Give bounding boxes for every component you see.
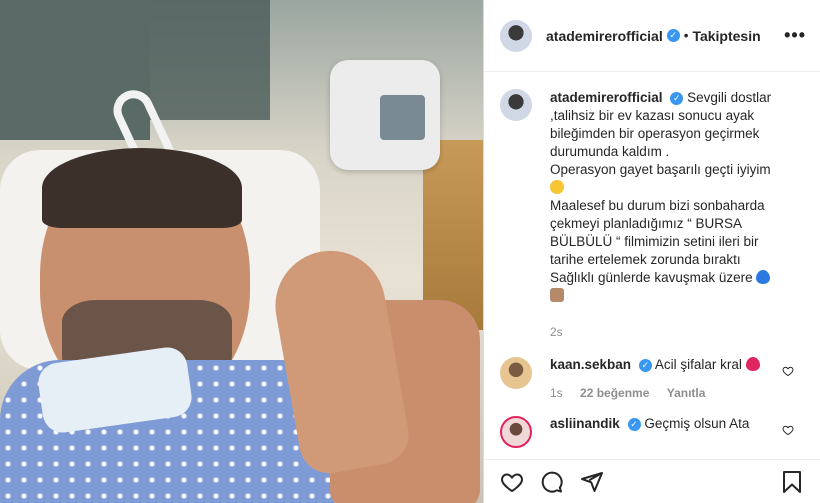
comment-item: kaan.sekban ✓ Acil şifalar kral 1s 22 be…	[500, 357, 804, 400]
verified-icon: ✓	[666, 29, 680, 42]
share-icon[interactable]	[580, 470, 604, 494]
author-avatar[interactable]	[500, 19, 532, 52]
comment-author[interactable]: kaan.sekban	[550, 357, 631, 372]
caption-line: Maalesef bu durum bizi sonbaharda çekmey…	[550, 198, 765, 267]
bookmark-icon[interactable]	[780, 470, 804, 494]
follow-status-button[interactable]: Takiptesin	[692, 28, 760, 44]
separator-dot: •	[683, 28, 689, 43]
caption-body: atademirerofficial ✓ Sevgili dostlar ,ta…	[550, 89, 780, 341]
caption-time[interactable]: 2s	[550, 323, 780, 341]
smile-emoji-icon	[550, 180, 564, 194]
comment-like-heart-icon[interactable]	[782, 424, 794, 439]
post-header: atademirerofficial ✓ • Takiptesin •••	[484, 0, 820, 72]
post-caption: atademirerofficial ✓ Sevgili dostlar ,ta…	[500, 89, 804, 341]
verified-icon: ✓	[670, 92, 684, 105]
caption-author-avatar[interactable]	[500, 89, 532, 121]
photo-hair	[42, 148, 242, 228]
caption-line: ,talihsiz bir ev kazası sonucu ayak bile…	[550, 108, 760, 159]
author-username[interactable]: atademirerofficial	[546, 28, 663, 44]
comment-text: Acil şifalar kral	[654, 357, 742, 372]
comment-text: Geçmiş olsun Ata	[644, 416, 750, 431]
verified-icon: ✓	[627, 418, 641, 431]
comment-icon[interactable]	[540, 470, 564, 494]
post-actions-bar	[484, 459, 820, 503]
heart-icon[interactable]	[500, 470, 524, 494]
caption-author[interactable]: atademirerofficial	[550, 90, 663, 105]
red-heart-emoji-icon	[745, 357, 760, 371]
more-icon[interactable]: •••	[784, 25, 806, 46]
post-photo[interactable]	[0, 0, 483, 503]
person-emoji-icon	[550, 288, 564, 302]
comment-likes[interactable]: 22 beğenme	[580, 386, 649, 400]
blue-heart-emoji-icon	[756, 270, 771, 284]
reply-button[interactable]: Yanıtla	[667, 386, 706, 400]
comments-list[interactable]: atademirerofficial ✓ Sevgili dostlar ,ta…	[484, 73, 820, 459]
verified-icon: ✓	[638, 359, 652, 372]
comment-like-heart-icon[interactable]	[782, 365, 794, 380]
comment-item: asliinandik ✓ Geçmiş olsun Ata	[500, 416, 804, 448]
caption-line: Sevgili dostlar	[687, 90, 772, 105]
comment-body: kaan.sekban ✓ Acil şifalar kral 1s 22 be…	[550, 357, 780, 400]
comment-body: asliinandik ✓ Geçmiş olsun Ata	[550, 416, 780, 448]
post-side-panel: atademirerofficial ✓ • Takiptesin ••• at…	[483, 0, 820, 503]
comment-meta: 1s 22 beğenme Yanıtla	[550, 386, 780, 400]
caption-line: Operasyon gayet başarılı geçti iyiyim	[550, 162, 771, 177]
comment-avatar[interactable]	[500, 416, 532, 448]
photo-wall-panel	[150, 0, 270, 120]
caption-line: Sağlıklı günlerde kavuşmak üzere	[550, 270, 753, 285]
comment-author[interactable]: asliinandik	[550, 416, 620, 431]
comment-avatar[interactable]	[500, 357, 532, 389]
comment-time[interactable]: 1s	[550, 386, 563, 400]
photo-monitor	[330, 60, 440, 170]
